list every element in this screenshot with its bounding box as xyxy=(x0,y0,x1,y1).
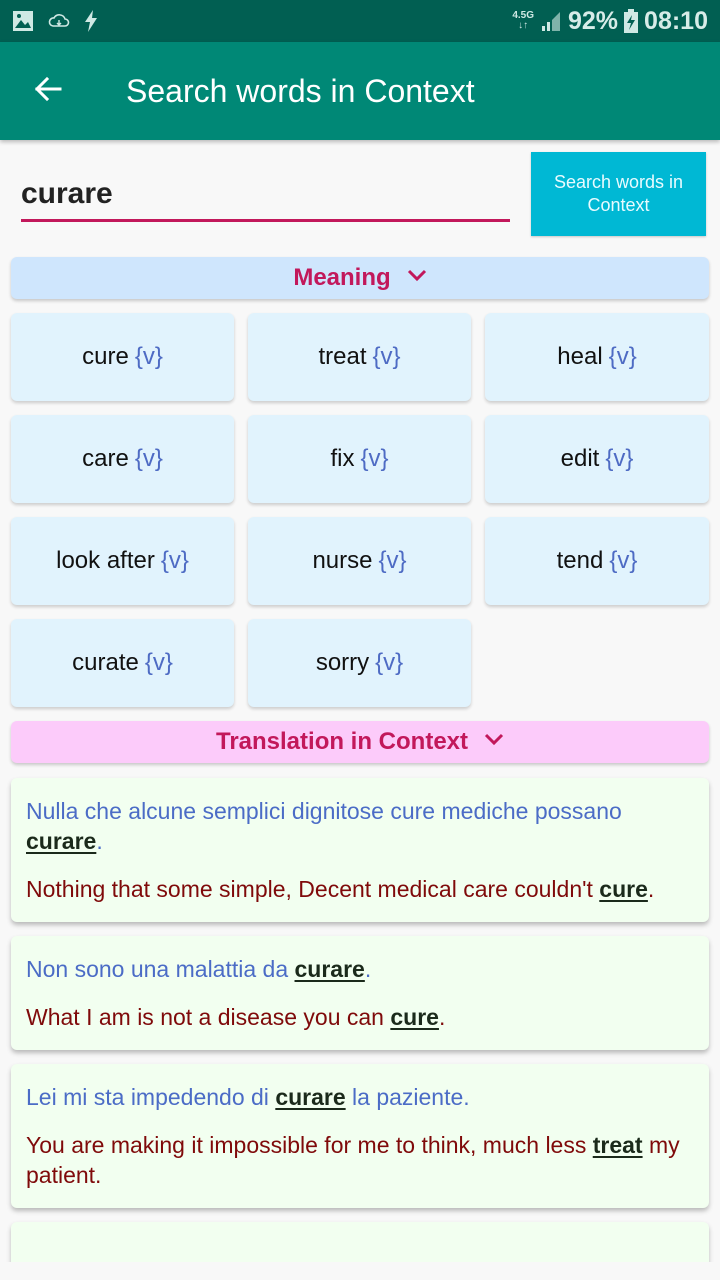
part-of-speech: {v} xyxy=(609,547,638,574)
meaning-chip[interactable]: heal {v} xyxy=(485,313,709,401)
arrow-left-icon xyxy=(32,73,64,110)
part-of-speech: {v} xyxy=(608,343,637,370)
highlighted-term: curare xyxy=(294,956,365,982)
meaning-grid: cure {v} treat {v} heal {v} care {v} fix {v} … xyxy=(11,313,709,707)
battery-charging-icon xyxy=(624,9,639,33)
meaning-chip[interactable]: edit {v} xyxy=(485,415,709,503)
search-field xyxy=(21,168,510,222)
part-of-speech: {v} xyxy=(375,649,404,676)
screen-bottom-edge xyxy=(0,1262,720,1280)
meaning-word: heal xyxy=(557,343,603,370)
meaning-chip[interactable]: sorry {v} xyxy=(248,619,471,707)
source-sentence: Lei mi sta impedendo di curare la pazien… xyxy=(26,1084,470,1110)
meaning-word: curate xyxy=(72,649,139,676)
translation-section-toggle[interactable]: Translation in Context xyxy=(11,721,709,763)
highlighted-term: cure xyxy=(599,876,648,902)
part-of-speech: {v} xyxy=(378,547,407,574)
context-example-card[interactable]: Nulla che alcune semplici dignitose cure… xyxy=(11,778,709,922)
meaning-word: edit xyxy=(560,445,600,472)
chevron-down-icon xyxy=(484,733,504,752)
meaning-word: look after xyxy=(56,547,155,574)
signal-icon xyxy=(540,10,562,32)
app-toolbar: Search words in Context xyxy=(0,42,720,140)
part-of-speech: {v} xyxy=(605,445,634,472)
translation-header-label: Translation in Context xyxy=(215,728,469,755)
search-input[interactable] xyxy=(21,168,510,219)
meaning-chip[interactable]: tend {v} xyxy=(485,517,709,605)
source-sentence: Non sono una malattia da curare. xyxy=(26,956,372,982)
source-sentence: Nulla che alcune semplici dignitose cure… xyxy=(26,798,622,854)
meaning-chip[interactable]: nurse {v} xyxy=(248,517,471,605)
meaning-chip[interactable]: care {v} xyxy=(11,415,234,503)
chevron-down-icon xyxy=(407,269,427,288)
meaning-word: cure xyxy=(82,343,129,370)
meaning-chip[interactable]: curate {v} xyxy=(11,619,234,707)
part-of-speech: {v} xyxy=(134,445,163,472)
part-of-speech: {v} xyxy=(360,445,389,472)
target-sentence: What I am is not a disease you can cure. xyxy=(26,1004,446,1030)
meaning-chip[interactable]: cure {v} xyxy=(11,313,234,401)
context-example-card[interactable]: Non sono una malattia da curare. What I … xyxy=(11,936,709,1050)
flash-icon xyxy=(84,10,98,32)
page-title: Search words in Context xyxy=(126,72,475,109)
status-bar: 4.5G ↓↑ 92% 08:10 xyxy=(0,0,720,42)
meaning-chip[interactable]: treat {v} xyxy=(248,313,471,401)
back-button[interactable] xyxy=(0,42,96,140)
meaning-header-label: Meaning xyxy=(293,264,391,291)
meaning-word: care xyxy=(82,445,129,472)
meaning-word: tend xyxy=(556,547,604,574)
meaning-chip[interactable]: look after {v} xyxy=(11,517,234,605)
meaning-chip[interactable]: fix {v} xyxy=(248,415,471,503)
highlighted-term: curare xyxy=(275,1084,346,1110)
cloud-sync-icon xyxy=(48,11,70,31)
meaning-word: treat xyxy=(318,343,367,370)
context-example-card[interactable]: Lei mi sta impedendo di curare la pazien… xyxy=(11,1064,709,1208)
meaning-word: sorry xyxy=(315,649,370,676)
part-of-speech: {v} xyxy=(372,343,401,370)
battery-percent: 92% xyxy=(568,6,619,35)
highlighted-term: curare xyxy=(26,828,97,854)
target-sentence: You are making it impossible for me to t… xyxy=(26,1132,680,1188)
context-examples-list: Nulla che alcune semplici dignitose cure… xyxy=(11,778,709,1280)
part-of-speech: {v} xyxy=(144,649,173,676)
meaning-word: nurse xyxy=(312,547,373,574)
clock: 08:10 xyxy=(644,6,708,35)
meaning-word: fix xyxy=(330,445,355,472)
network-type-indicator: 4.5G ↓↑ xyxy=(512,10,534,31)
search-words-button[interactable]: Search words in Context xyxy=(531,152,706,236)
meaning-section-toggle[interactable]: Meaning xyxy=(11,257,709,299)
highlighted-term: cure xyxy=(390,1004,439,1030)
part-of-speech: {v} xyxy=(134,343,163,370)
part-of-speech: {v} xyxy=(160,547,189,574)
target-sentence: Nothing that some simple, Decent medical… xyxy=(26,876,655,902)
highlighted-term: treat xyxy=(592,1132,643,1158)
image-icon xyxy=(12,10,34,32)
